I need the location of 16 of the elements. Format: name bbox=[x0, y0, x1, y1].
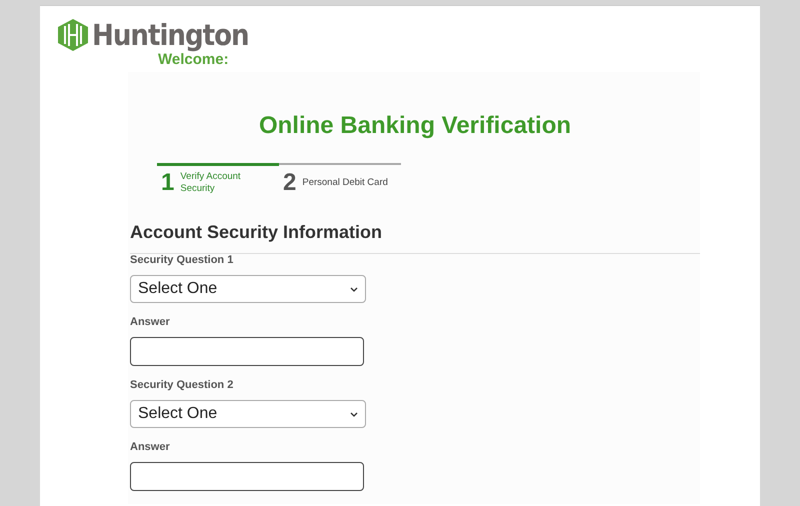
page-title: Online Banking Verification bbox=[258, 112, 572, 140]
select-dropdown[interactable]: Select One bbox=[130, 400, 366, 428]
answer-field[interactable] bbox=[130, 337, 364, 366]
field-label: Security Question 1 bbox=[130, 254, 234, 266]
chevron-icon bbox=[350, 286, 358, 292]
brand-name: Huntington bbox=[92, 17, 249, 53]
section-heading: Account Security Information bbox=[130, 222, 384, 243]
welcome-text: Welcome: bbox=[158, 51, 229, 68]
step-tab[interactable]: 2 Personal Debit Card bbox=[279, 163, 401, 197]
answer-field[interactable] bbox=[130, 462, 364, 491]
field-label: Answer bbox=[130, 441, 171, 453]
chevron-icon bbox=[350, 412, 358, 416]
select-dropdown[interactable]: Select One bbox=[130, 275, 366, 303]
logo-icon bbox=[58, 19, 88, 51]
field-label: Security Question 2 bbox=[130, 379, 234, 391]
field-label: Answer bbox=[130, 316, 171, 328]
